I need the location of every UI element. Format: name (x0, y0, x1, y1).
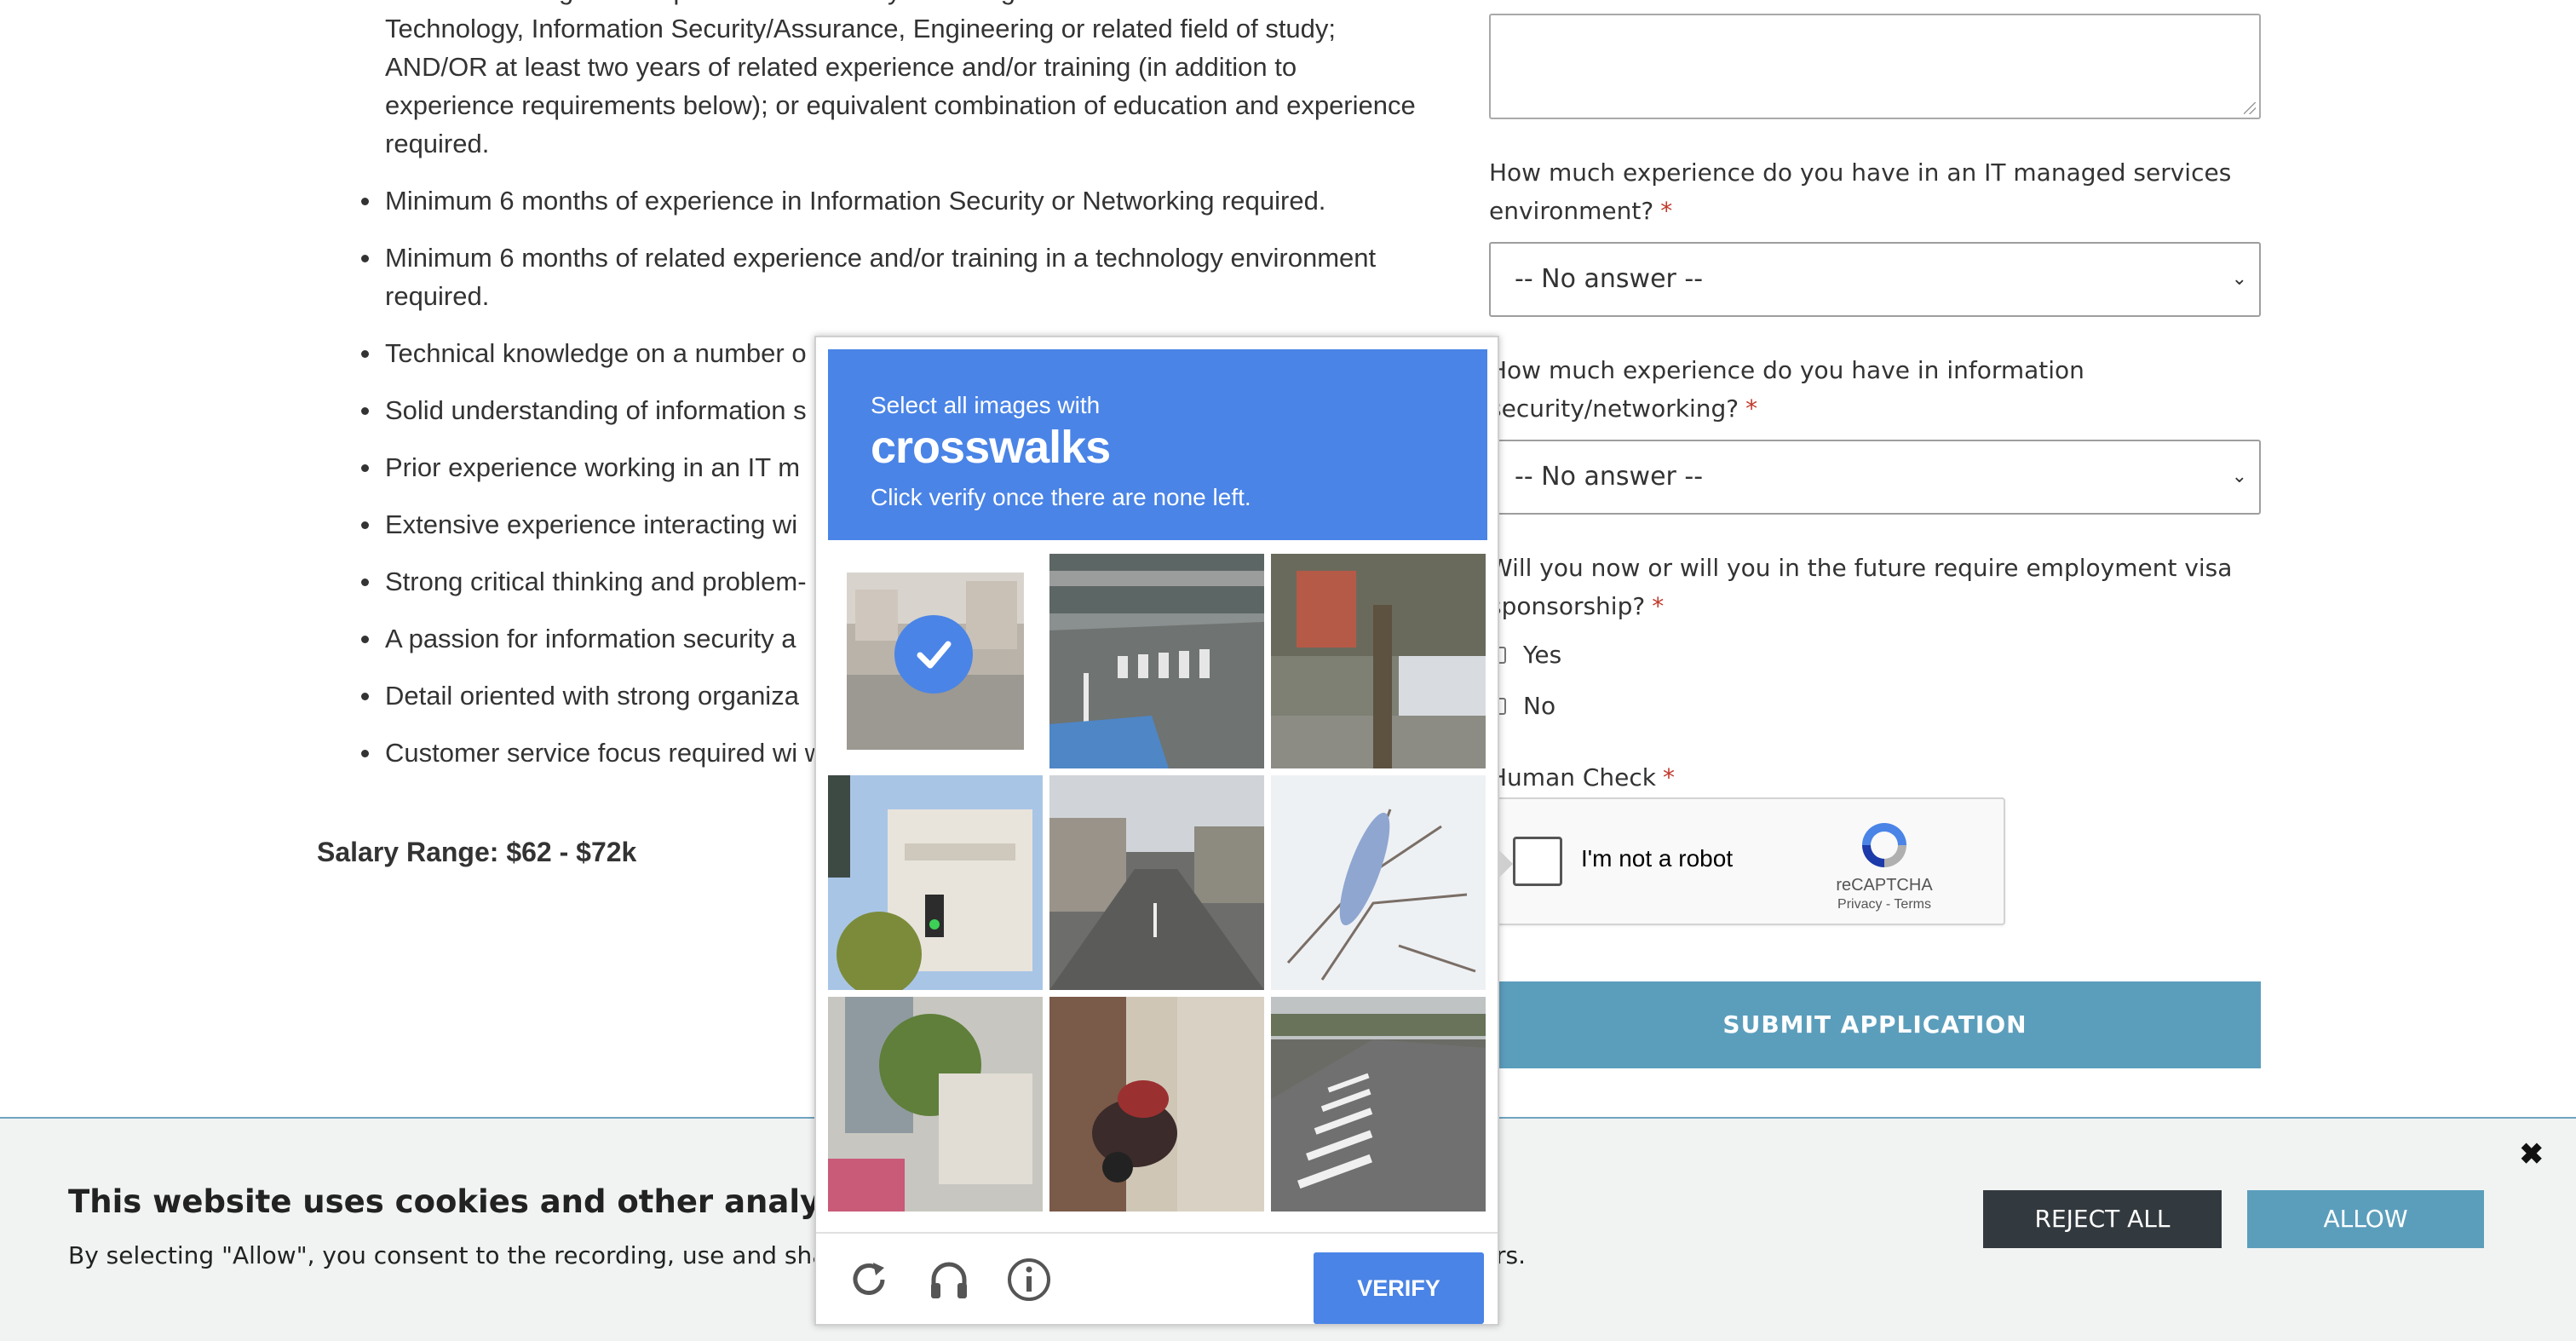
recaptcha-logo: reCAPTCHA Privacy - Terms (1782, 818, 1987, 912)
tile-image (1049, 554, 1264, 768)
captcha-footer: VERIFY (816, 1232, 1498, 1326)
captcha-header: Select all images with crosswalks Click … (828, 349, 1487, 540)
captcha-challenge: Select all images with crosswalks Click … (814, 336, 1513, 1326)
captcha-grid (828, 554, 1489, 1212)
visa-no-label: No (1523, 692, 1556, 720)
captcha-tile-2[interactable] (1049, 554, 1264, 768)
required-mark: * (1660, 197, 1673, 225)
question-infosec: How much experience do you have in infor… (1489, 351, 2261, 428)
tile-image (1271, 997, 1486, 1212)
captcha-tile-9[interactable] (1271, 997, 1486, 1212)
captcha-tile-5[interactable] (1049, 775, 1264, 990)
allow-button[interactable]: ALLOW (2247, 1190, 2484, 1248)
question-it-managed: How much experience do you have in an IT… (1489, 153, 2261, 230)
required-mark: * (1652, 592, 1665, 620)
tile-image (1049, 997, 1264, 1212)
resize-handle[interactable] (2244, 102, 2256, 114)
captcha-tile-3[interactable] (1271, 554, 1486, 768)
cookie-text: By selecting "Allow", you consent to the… (68, 1241, 874, 1269)
captcha-tile-1[interactable] (828, 554, 1043, 768)
tile-image (1049, 775, 1264, 990)
recaptcha-label: I'm not a robot (1581, 845, 1734, 872)
visa-yes-option[interactable]: Yes (1489, 641, 1561, 669)
captcha-hint: Click verify once there are none left. (871, 484, 1251, 510)
selected-check-icon (894, 615, 973, 694)
captcha-tile-8[interactable] (1049, 997, 1264, 1212)
captcha-tile-6[interactable] (1271, 775, 1486, 990)
captcha-target: crosswalks (871, 422, 1111, 473)
cookie-text-tail: rs. (1496, 1241, 1526, 1269)
human-check-label: Human Check * (1489, 758, 2261, 797)
tile-image (1271, 554, 1486, 768)
tile-image (1271, 775, 1486, 990)
required-mark: * (1745, 394, 1758, 423)
info-icon[interactable] (1005, 1256, 1053, 1304)
select-value: -- No answer -- (1515, 462, 1704, 492)
list-item: Associate's Degree or equivalent from tw… (317, 0, 1424, 163)
submit-application-button[interactable]: SUBMIT APPLICATION (1489, 981, 2261, 1068)
chevron-down-icon: ⌄ (2231, 466, 2247, 487)
infosec-select[interactable]: -- No answer -- ⌄ (1489, 440, 2261, 515)
required-mark: * (1663, 763, 1676, 791)
audio-headphones-icon[interactable] (925, 1256, 973, 1304)
recaptcha-checkbox[interactable] (1513, 837, 1562, 886)
reload-icon[interactable] (845, 1256, 893, 1304)
answer-textarea[interactable] (1489, 14, 2261, 119)
tile-image (828, 775, 1043, 990)
salary-range: Salary Range: $62 - $72k (317, 837, 637, 867)
captcha-tile-7[interactable] (828, 997, 1043, 1212)
reject-all-button[interactable]: REJECT ALL (1983, 1190, 2222, 1248)
close-icon[interactable]: ✖ (2520, 1137, 2544, 1171)
question-label: How much experience do you have in an IT… (1489, 158, 2232, 225)
verify-button[interactable]: VERIFY (1314, 1252, 1484, 1324)
list-item: Minimum 6 months of related experience a… (317, 239, 1424, 315)
recaptcha-terms-link[interactable]: Privacy - Terms (1782, 897, 1987, 912)
recaptcha-icon (1862, 823, 1906, 867)
captcha-tile-4[interactable] (828, 775, 1043, 990)
it-managed-select[interactable]: -- No answer -- ⌄ (1489, 242, 2261, 317)
select-value: -- No answer -- (1515, 264, 1704, 294)
visa-yes-label: Yes (1523, 641, 1562, 669)
tile-image (828, 997, 1043, 1212)
popup-arrow (1498, 849, 1513, 879)
human-check-text: Human Check (1489, 763, 1657, 791)
list-item: Minimum 6 months of experience in Inform… (317, 181, 1424, 220)
captcha-instruction: Select all images with (871, 392, 1101, 418)
question-visa: Will you now or will you in the future r… (1489, 549, 2261, 625)
chevron-down-icon: ⌄ (2231, 268, 2247, 290)
recaptcha-widget: I'm not a robot reCAPTCHA Privacy - Term… (1489, 797, 2005, 925)
question-label: How much experience do you have in infor… (1489, 356, 2084, 423)
recaptcha-brand: reCAPTCHA (1836, 876, 1933, 895)
question-label: Will you now or will you in the future r… (1489, 554, 2233, 620)
